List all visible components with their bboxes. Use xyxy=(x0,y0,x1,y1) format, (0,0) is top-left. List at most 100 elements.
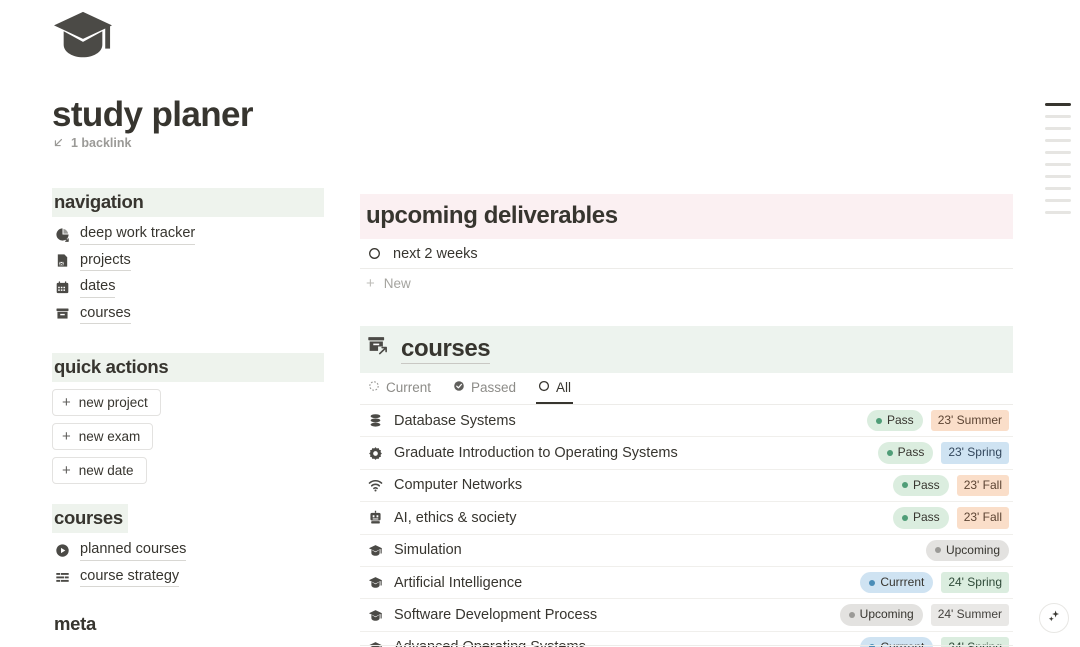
status-badge: Upcoming xyxy=(925,539,1009,561)
minimap-bar[interactable] xyxy=(1045,211,1071,214)
term-badge: 23' Fall xyxy=(956,474,1009,497)
circle-outline-icon xyxy=(366,245,383,262)
sidebar-item-why-do-i-do-it[interactable]: why do i do it xyxy=(52,643,324,647)
archive-link-icon xyxy=(366,334,389,364)
status-label: Upcoming xyxy=(945,542,1000,557)
new-label: New xyxy=(383,276,411,291)
status-dot xyxy=(876,417,882,424)
tab-label: Current xyxy=(386,380,432,395)
status-badge: Pass xyxy=(867,410,923,432)
minimap-bar[interactable] xyxy=(1045,163,1071,166)
table-of-contents-minimap[interactable] xyxy=(1045,103,1071,214)
sidebar-item-course-strategy[interactable]: course strategy xyxy=(52,564,324,591)
page-title: study planer xyxy=(52,95,254,134)
status-badge: Upcoming xyxy=(839,604,923,626)
quick-action-label: new exam xyxy=(78,429,141,445)
sidebar-heading-courses: courses xyxy=(52,504,128,534)
status-dot xyxy=(848,612,855,619)
courses-list: Database Systems Pass 23' Summer Graduat… xyxy=(360,405,1013,647)
plus-icon: + xyxy=(62,462,71,480)
table-row[interactable]: Graduate Introduction to Operating Syste… xyxy=(360,437,1013,470)
sidebar-heading-quick-actions: quick actions xyxy=(52,353,324,383)
minimap-bar[interactable] xyxy=(1045,151,1071,154)
ai-assistant-button[interactable] xyxy=(1039,603,1069,633)
study-planner-page: study planer 1 backlink navigation deep … xyxy=(0,0,1080,647)
sidebar-courses-list: planned courses course strategy xyxy=(52,537,324,590)
course-name: Graduate Introduction to Operating Syste… xyxy=(394,445,678,462)
table-row[interactable]: Software Development Process Upcoming 24… xyxy=(360,599,1013,632)
sidebar-item-label: course strategy xyxy=(80,567,180,588)
sidebar-heading-navigation: navigation xyxy=(52,188,324,217)
tab-label: Passed xyxy=(471,380,517,395)
database-icon xyxy=(366,412,384,430)
sidebar-item-label: courses xyxy=(80,304,131,325)
course-name: Simulation xyxy=(394,542,462,559)
status-dot xyxy=(934,547,941,554)
status-label: Pass xyxy=(913,510,940,525)
table-row[interactable]: AI, ethics & society Pass 23' Fall xyxy=(360,502,1013,535)
term-badge: 24' Spring xyxy=(941,571,1009,594)
graduation-cap-icon xyxy=(52,8,114,66)
status-label: Pass xyxy=(887,413,914,427)
table-row[interactable]: Computer Networks Pass 23' Fall xyxy=(360,470,1013,503)
sidebar-item-courses[interactable]: courses xyxy=(52,301,324,328)
status-dot xyxy=(902,482,908,489)
course-badges: Upcoming xyxy=(925,539,1009,561)
status-label: Upcoming xyxy=(859,607,914,622)
sidebar-heading-meta: meta xyxy=(54,613,96,635)
minimap-bar[interactable] xyxy=(1045,187,1071,190)
deliverables-heading: upcoming deliverables xyxy=(360,194,1013,239)
minimap-bar[interactable] xyxy=(1045,115,1071,118)
table-row[interactable]: Database Systems Pass 23' Summer xyxy=(360,405,1013,438)
status-badge: Currrent xyxy=(860,571,934,594)
plus-icon: + xyxy=(62,394,71,412)
graduation-cap-icon xyxy=(366,541,384,559)
sidebar-item-deep-work-tracker[interactable]: deep work tracker xyxy=(52,221,324,248)
new-exam-button[interactable]: + new exam xyxy=(52,423,154,451)
minimap-bar[interactable] xyxy=(1045,139,1071,142)
quick-action-label: new project xyxy=(78,395,148,411)
sidebar-item-dates[interactable]: dates xyxy=(52,274,324,301)
minimap-bar[interactable] xyxy=(1045,199,1071,202)
archive-box-icon xyxy=(54,305,71,322)
course-name: AI, ethics & society xyxy=(394,509,517,526)
sidebar-item-projects[interactable]: projects xyxy=(52,248,324,275)
new-project-button[interactable]: + new project xyxy=(52,389,161,417)
deliverables-new-button[interactable]: + New xyxy=(360,269,1013,298)
course-badges: Pass 23' Summer xyxy=(867,410,1009,432)
sidebar-meta-list: why do i do it general info xyxy=(52,643,324,647)
minimap-bar[interactable] xyxy=(1045,127,1071,130)
course-name: Software Development Process xyxy=(394,607,598,624)
ai-sparkle-icon xyxy=(1046,608,1062,629)
term-badge: 23' Spring xyxy=(941,442,1009,464)
new-date-button[interactable]: + new date xyxy=(52,457,147,485)
sidebar: navigation deep work tracker projects da… xyxy=(52,188,324,647)
tab-passed[interactable]: Passed xyxy=(451,373,518,404)
gallery-grid-icon xyxy=(54,569,71,586)
course-name: Computer Networks xyxy=(394,477,523,494)
status-dot xyxy=(886,450,893,457)
sidebar-item-planned-courses[interactable]: planned courses xyxy=(52,537,324,564)
deliverable-row[interactable]: next 2 weeks xyxy=(360,239,1013,269)
tab-current[interactable]: Current xyxy=(366,373,433,404)
backlink[interactable]: 1 backlink xyxy=(52,136,131,150)
course-name: Artificial Intelligence xyxy=(394,574,523,591)
table-row[interactable]: Simulation Upcoming xyxy=(360,535,1013,567)
course-badges: Upcoming 24' Summer xyxy=(839,604,1009,626)
play-circle-icon xyxy=(54,542,71,559)
courses-block-title: courses xyxy=(401,334,491,364)
deliverable-label: next 2 weeks xyxy=(393,245,478,262)
quick-action-label: new date xyxy=(78,463,134,479)
status-label: Pass xyxy=(913,477,940,492)
tab-label: All xyxy=(556,380,572,395)
calendar-icon xyxy=(54,279,71,296)
circle-outline-icon xyxy=(538,380,550,395)
tab-all[interactable]: All xyxy=(536,373,574,404)
table-row[interactable]: Artificial Intelligence Currrent 24' Spr… xyxy=(360,567,1013,600)
course-badges: Pass 23' Fall xyxy=(893,507,1009,529)
term-badge: 23' Summer xyxy=(930,410,1009,432)
status-label: Pass xyxy=(897,445,925,460)
minimap-bar[interactable] xyxy=(1045,175,1071,178)
page-bottom-divider xyxy=(360,645,1013,646)
minimap-bar[interactable] xyxy=(1045,103,1071,106)
